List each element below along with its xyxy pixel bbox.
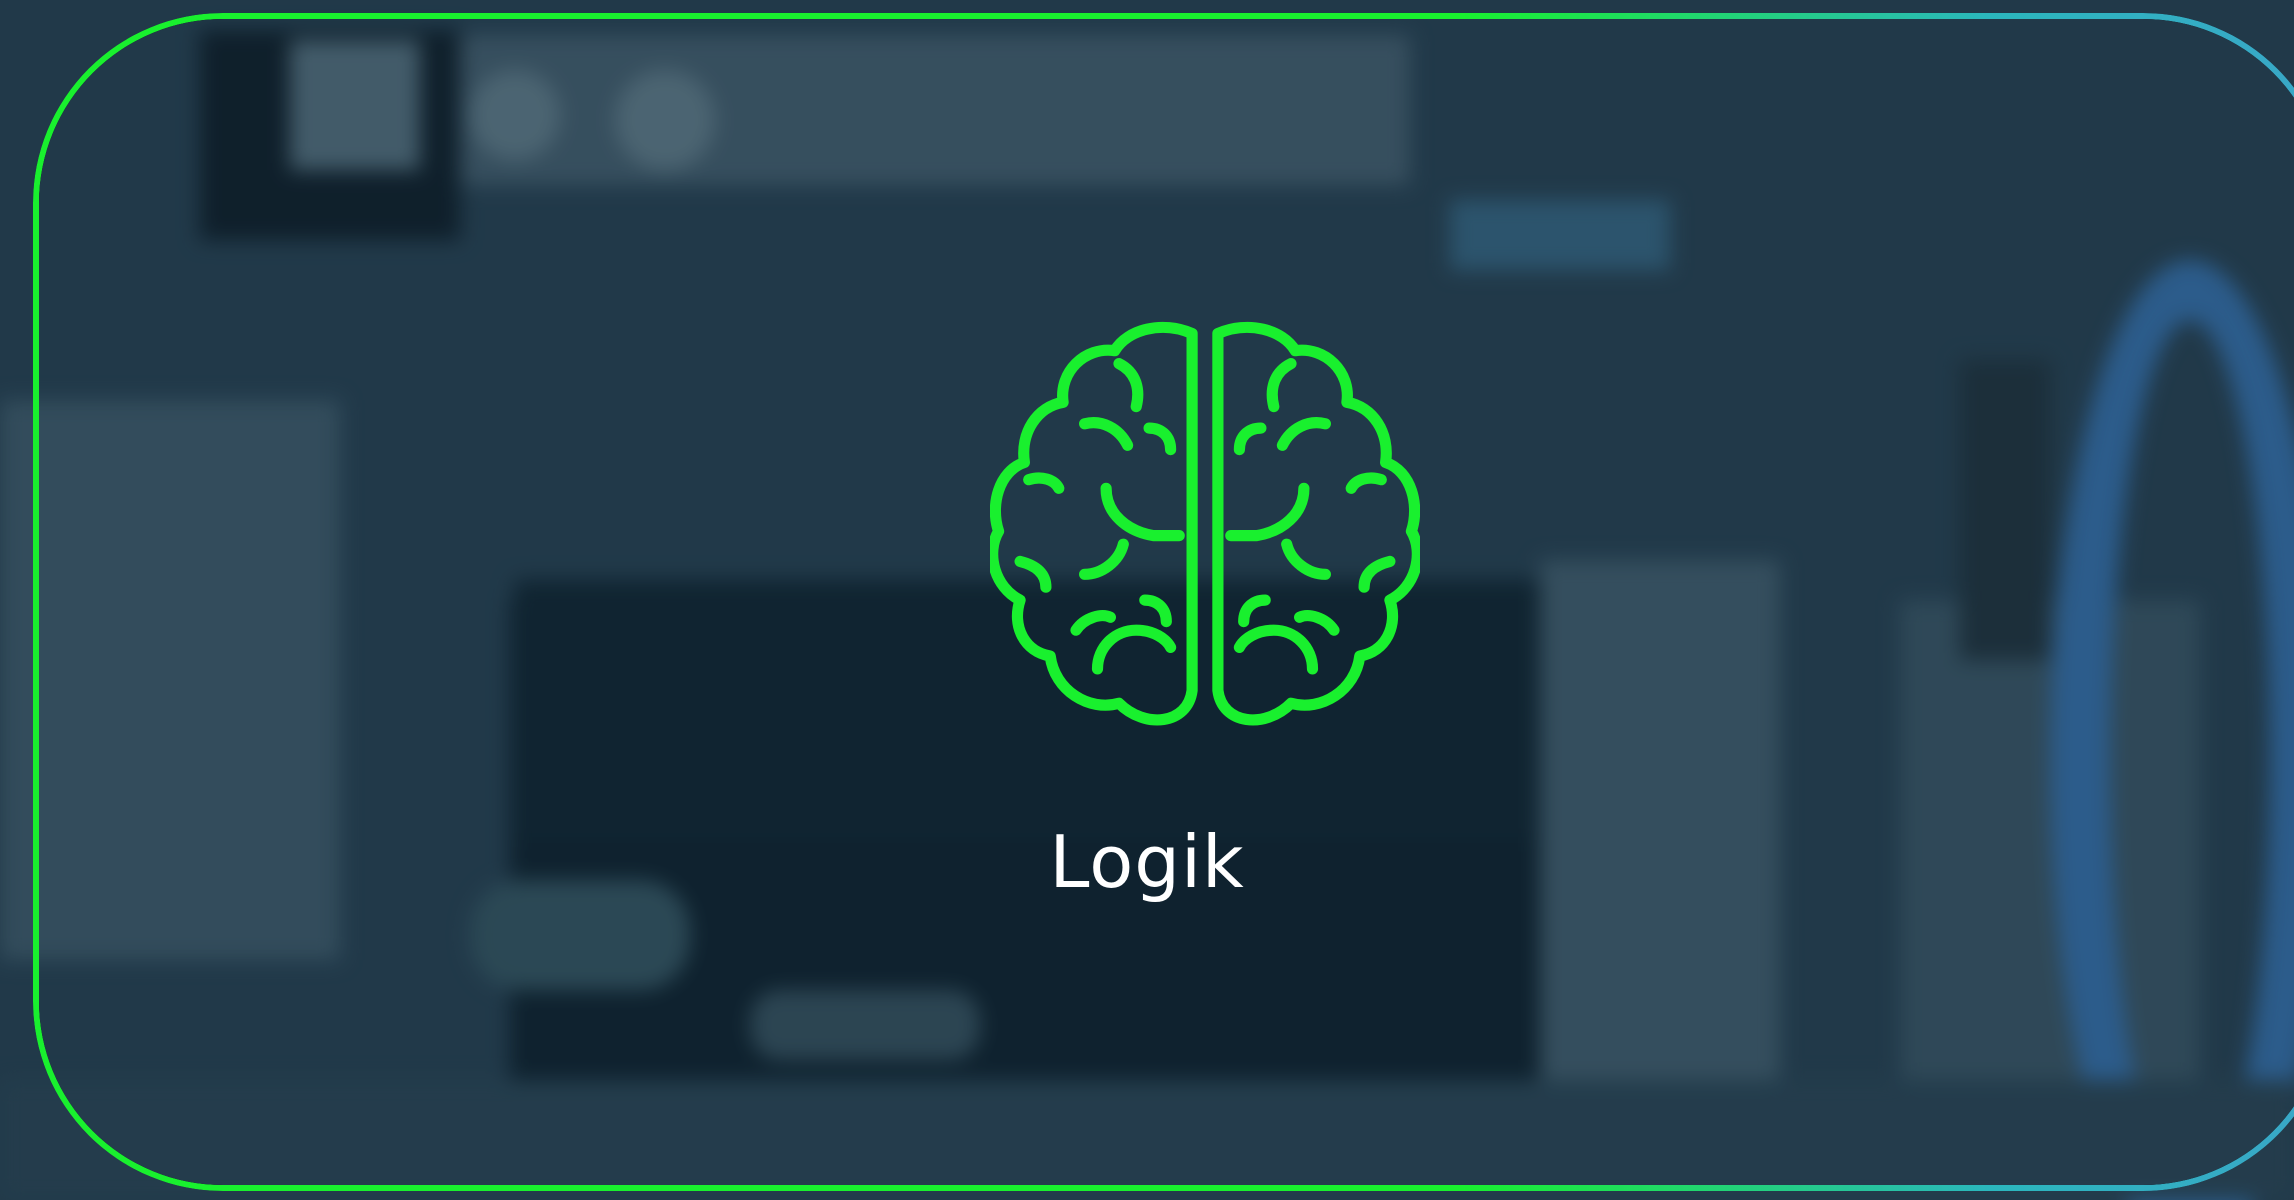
card-title: Logik <box>1049 820 1245 904</box>
brain-icon <box>990 321 1420 726</box>
logik-card[interactable]: Logik <box>0 0 2294 1200</box>
